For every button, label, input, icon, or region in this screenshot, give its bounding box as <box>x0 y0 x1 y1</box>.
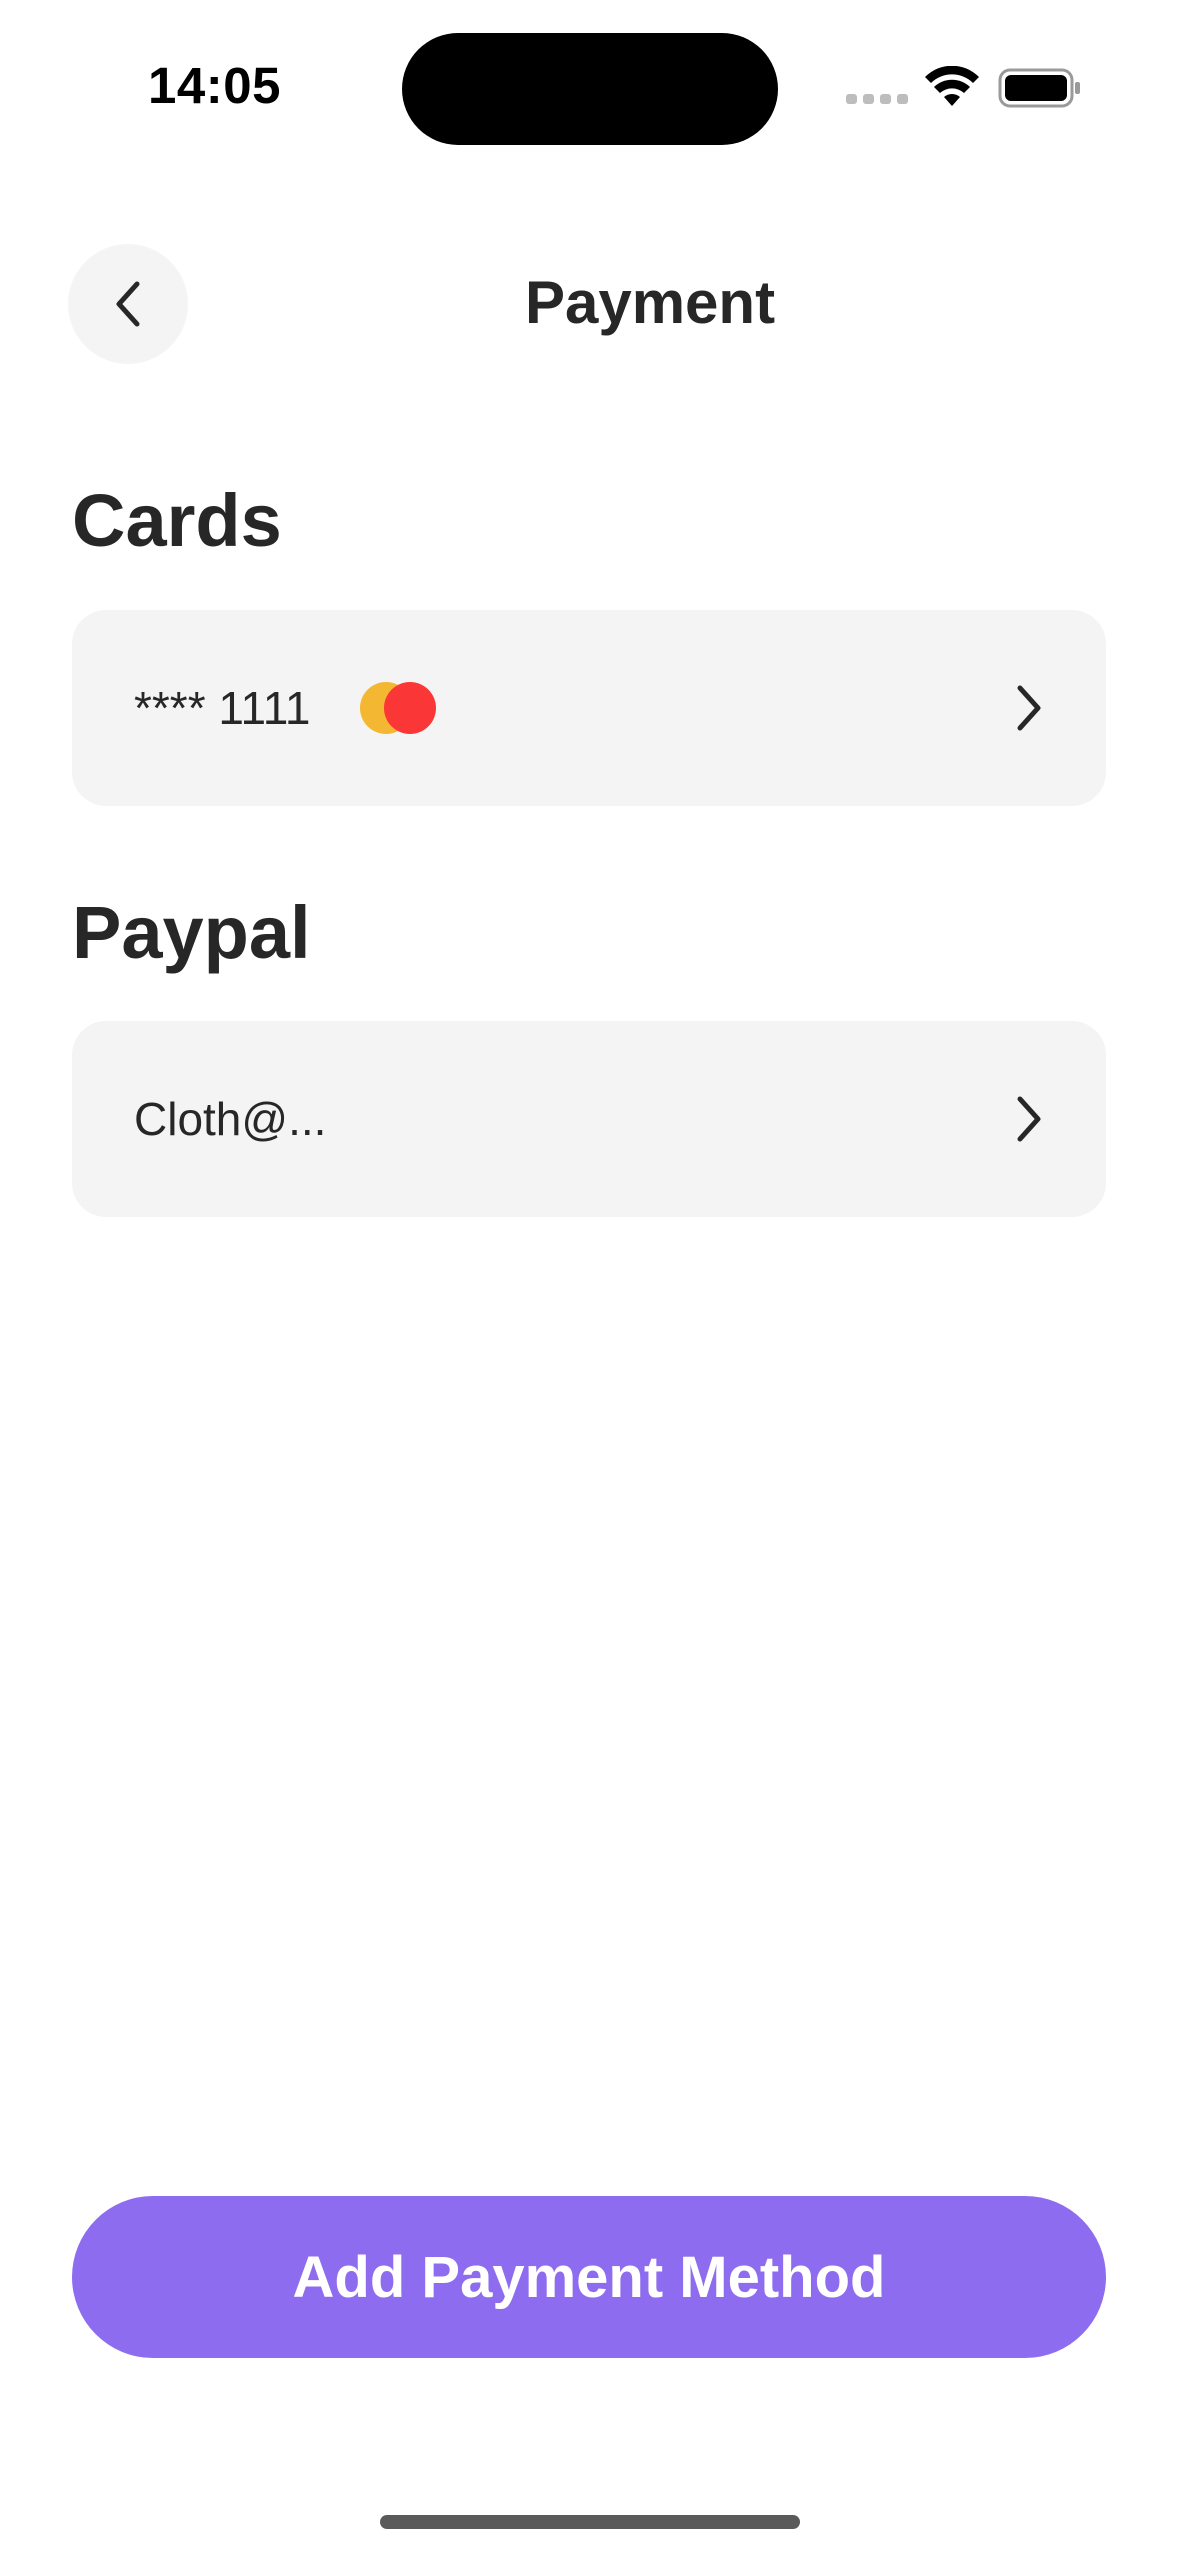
wifi-icon <box>925 66 979 106</box>
paypal-email: Cloth@... <box>134 1093 327 1145</box>
card-number-masked: **** 1111 <box>134 682 311 734</box>
status-bar-time: 14:05 <box>148 57 281 114</box>
home-indicator[interactable] <box>380 2515 800 2529</box>
cards-section-heading: Cards <box>72 479 282 562</box>
chevron-right-icon <box>1017 685 1041 731</box>
add-payment-method-button[interactable]: Add Payment Method <box>72 2196 1106 2358</box>
card-row[interactable]: **** 1111 <box>72 610 1106 806</box>
mastercard-logo-icon <box>360 682 440 734</box>
chevron-right-icon <box>1017 1096 1041 1142</box>
battery-icon <box>998 68 1080 108</box>
dynamic-island <box>402 33 778 145</box>
paypal-section-heading: Paypal <box>72 891 311 974</box>
page-title: Payment <box>524 269 776 336</box>
paypal-row[interactable]: Cloth@... <box>72 1021 1106 1217</box>
cellular-signal-icon <box>846 94 908 104</box>
